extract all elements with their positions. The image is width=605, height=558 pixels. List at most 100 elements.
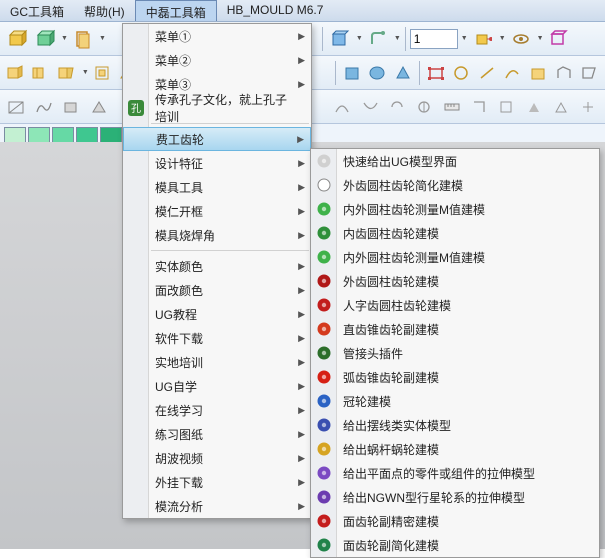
dropdown-arrow-icon[interactable]: ▼ <box>61 35 68 42</box>
outline1-icon[interactable] <box>552 60 576 86</box>
dropdown-arrow-icon[interactable]: ▼ <box>82 69 89 76</box>
menubar-item-hbmould[interactable]: HB_MOULD M6.7 <box>217 0 334 21</box>
menu-item[interactable]: 模具工具▶ <box>123 175 311 199</box>
submenu-item-label: 冠轮建模 <box>343 393 391 410</box>
menu-item[interactable]: UG教程▶ <box>123 302 311 326</box>
cube-handle-icon[interactable] <box>470 26 496 52</box>
dropdown-arrow-icon[interactable]: ▼ <box>461 35 468 42</box>
dropdown-arrow-icon[interactable]: ▼ <box>394 35 401 42</box>
gray1-icon[interactable] <box>466 94 491 120</box>
submenu-item[interactable]: 面齿轮副简化建模 <box>311 533 599 557</box>
submenu-item-label: 直齿锥齿轮副建模 <box>343 321 439 338</box>
last-tool-icon[interactable] <box>576 94 601 120</box>
submenu-item[interactable]: 内外圆柱齿轮测量M值建模 <box>311 245 599 269</box>
dropdown-arrow-icon[interactable]: ▼ <box>499 35 506 42</box>
menu-item[interactable]: 练习图纸▶ <box>123 422 311 446</box>
submenu-item[interactable]: 冠轮建模 <box>311 389 599 413</box>
arc1-icon[interactable] <box>330 94 355 120</box>
dropdown-arrow-icon[interactable]: ▼ <box>99 35 106 42</box>
cube-green-icon[interactable] <box>32 26 58 52</box>
number-input[interactable] <box>410 29 458 49</box>
magenta-box-icon[interactable] <box>546 26 572 52</box>
prism2-icon[interactable] <box>30 60 54 86</box>
menu-item[interactable]: 软件下载▶ <box>123 326 311 350</box>
curve-icon[interactable] <box>501 60 525 86</box>
submenu-item[interactable]: 给出NGWN型行星轮系的拉伸模型 <box>311 485 599 509</box>
menu-item[interactable]: UG自学▶ <box>123 374 311 398</box>
submenu-item[interactable]: 给出平面点的零件或组件的拉伸模型 <box>311 461 599 485</box>
menu-item[interactable]: 模仁开框▶ <box>123 199 311 223</box>
submenu-item-label: 内外圆柱齿轮测量M值建模 <box>343 201 485 218</box>
gear-icon <box>315 296 333 314</box>
tri-outline-icon[interactable] <box>548 94 573 120</box>
menu-item[interactable]: 费工齿轮▶ <box>123 127 311 151</box>
blue-solid1-icon[interactable] <box>340 60 364 86</box>
sketch3-icon[interactable] <box>59 94 84 120</box>
submenu-item[interactable]: 弧齿锥齿轮副建模 <box>311 365 599 389</box>
box-tool-icon[interactable] <box>327 26 353 52</box>
submenu-item-label: 内齿圆柱齿轮建模 <box>343 225 439 242</box>
submenu-arrow-icon: ▶ <box>298 79 305 90</box>
submenu-arrow-icon: ▶ <box>298 309 305 320</box>
submenu-item[interactable]: 外齿圆柱齿轮建模 <box>311 269 599 293</box>
submenu-item[interactable]: 给出蜗杆蜗轮建模 <box>311 437 599 461</box>
menu-item[interactable]: 实体颜色▶ <box>123 254 311 278</box>
arc2-icon[interactable] <box>357 94 382 120</box>
submenu-item[interactable]: 直齿锥齿轮副建模 <box>311 317 599 341</box>
sketch4-icon[interactable] <box>86 94 111 120</box>
menu-item[interactable]: 外挂下载▶ <box>123 470 311 494</box>
submenu: 快速给出UG模型界面外齿圆柱齿轮简化建模内外圆柱齿轮测量M值建模内齿圆柱齿轮建模… <box>310 148 600 558</box>
submenu-arrow-icon: ▶ <box>298 501 305 512</box>
menubar-item-zhonglei[interactable]: 中磊工具箱 <box>135 0 217 21</box>
dropdown-arrow-icon[interactable]: ▼ <box>537 35 544 42</box>
arc4-icon[interactable] <box>412 94 437 120</box>
submenu-item-label: 给出蜗杆蜗轮建模 <box>343 441 439 458</box>
prism1-icon[interactable] <box>4 60 28 86</box>
cube-yellow-icon[interactable] <box>4 26 30 52</box>
sketch1-icon[interactable] <box>4 94 29 120</box>
submenu-item[interactable]: 快速给出UG模型界面 <box>311 149 599 173</box>
rect-handle-icon[interactable] <box>424 60 448 86</box>
gray2-icon[interactable] <box>494 94 519 120</box>
tri-small-icon[interactable] <box>521 94 546 120</box>
blue-solid2-icon[interactable] <box>366 60 390 86</box>
blue-solid3-icon[interactable] <box>391 60 415 86</box>
submenu-arrow-icon: ▶ <box>298 230 305 241</box>
eye-icon[interactable] <box>508 26 534 52</box>
circle-icon[interactable] <box>449 60 473 86</box>
extrude-icon[interactable] <box>70 26 96 52</box>
menu-item[interactable]: 菜单①▶ <box>123 24 311 48</box>
menu-item[interactable]: 设计特征▶ <box>123 151 311 175</box>
menu-item[interactable]: 实地培训▶ <box>123 350 311 374</box>
gear-icon <box>315 440 333 458</box>
submenu-item[interactable]: 面齿轮副精密建模 <box>311 509 599 533</box>
menu-item[interactable]: 模具烧焊角 ▶ <box>123 223 311 247</box>
menu-item[interactable]: 在线学习▶ <box>123 398 311 422</box>
menubar-item-help[interactable]: 帮助(H) <box>74 0 135 21</box>
submenu-item[interactable]: 人字齿圆柱齿轮建模 <box>311 293 599 317</box>
sketch2-icon[interactable] <box>31 94 56 120</box>
submenu-item[interactable]: 管接头插件 <box>311 341 599 365</box>
submenu-item[interactable]: 外齿圆柱齿轮简化建模 <box>311 173 599 197</box>
submenu-item[interactable]: 内齿圆柱齿轮建模 <box>311 221 599 245</box>
outline2-icon[interactable] <box>577 60 601 86</box>
rotate-handle-icon[interactable] <box>365 26 391 52</box>
dropdown-arrow-icon[interactable]: ▼ <box>356 35 363 42</box>
submenu-item[interactable]: 内外圆柱齿轮测量M值建模 <box>311 197 599 221</box>
line-icon[interactable] <box>475 60 499 86</box>
prism4-icon[interactable] <box>91 60 115 86</box>
menu-item[interactable]: 孔传承孔子文化，就上孔子培训 <box>123 96 311 120</box>
menu-item[interactable]: 胡波视频▶ <box>123 446 311 470</box>
menu-item[interactable]: 模流分析▶ <box>123 494 311 518</box>
prism3-icon[interactable] <box>55 60 79 86</box>
gear-icon <box>315 224 333 242</box>
submenu-item-label: 面齿轮副简化建模 <box>343 537 439 554</box>
menu-item[interactable]: 菜单②▶ <box>123 48 311 72</box>
submenu-item[interactable]: 给出摆线类实体模型 <box>311 413 599 437</box>
gold-box-icon[interactable] <box>526 60 550 86</box>
menubar-item-gc[interactable]: GC工具箱 <box>0 0 74 21</box>
menu-item-label: 模具烧焊角 <box>155 227 215 244</box>
menu-item[interactable]: 面改颜色▶ <box>123 278 311 302</box>
ruler-icon[interactable] <box>439 94 464 120</box>
arc3-icon[interactable] <box>384 94 409 120</box>
